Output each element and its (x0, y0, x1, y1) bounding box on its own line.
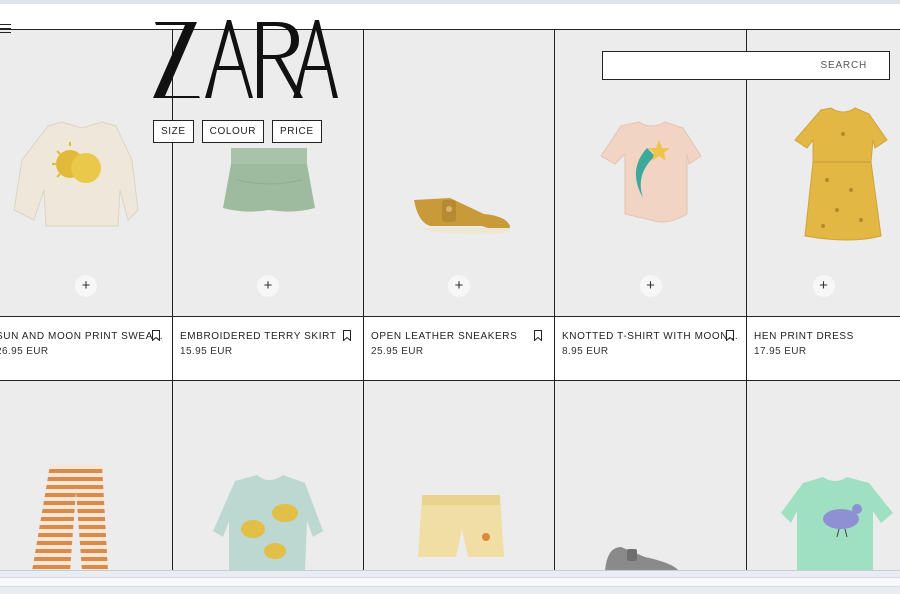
add-to-cart-button[interactable]: + (75, 275, 97, 297)
bookmark-icon[interactable] (534, 330, 542, 341)
bookmark-icon[interactable] (152, 330, 160, 341)
add-to-cart-button[interactable]: + (448, 275, 470, 297)
product-name[interactable]: EMBROIDERED TERRY SKIRT (180, 331, 336, 342)
scrollbar-track[interactable] (0, 577, 900, 587)
colour-filter-button[interactable]: COLOUR (201, 120, 265, 143)
product-card[interactable] (173, 381, 364, 571)
sweatshirt-image (13, 121, 139, 227)
product-image[interactable] (364, 381, 554, 571)
product-price: 26.95 EUR (0, 346, 49, 357)
product-card[interactable]: + HEN PRINT DRESS 17.95 EUR (747, 30, 900, 381)
product-grid: + SUN AND MOON PRINT SWEA... 26.95 EUR +… (0, 30, 900, 571)
filter-bar: SIZE COLOUR PRICE (153, 120, 322, 143)
product-card[interactable]: + SUN AND MOON PRINT SWEA... 26.95 EUR (0, 30, 173, 381)
product-name[interactable]: OPEN LEATHER SNEAKERS (371, 331, 517, 342)
product-card[interactable] (0, 381, 173, 571)
product-price: 15.95 EUR (180, 346, 233, 357)
horizontal-scrollbar[interactable] (0, 570, 900, 594)
bookmark-icon[interactable] (726, 330, 734, 341)
product-image[interactable]: + (0, 30, 172, 317)
hen-t-shirt-image (781, 477, 893, 571)
product-card[interactable]: + KNOTTED T-SHIRT WITH MOON... 8.95 EUR (555, 30, 747, 381)
zara-logo[interactable] (153, 18, 338, 100)
size-filter-button[interactable]: SIZE (153, 120, 194, 143)
header-divider (0, 29, 900, 30)
menu-icon[interactable] (0, 24, 11, 34)
product-name[interactable]: KNOTTED T-SHIRT WITH MOON... (562, 331, 738, 342)
product-price: 8.95 EUR (562, 346, 609, 357)
add-to-cart-button[interactable]: + (257, 275, 279, 297)
add-to-cart-button[interactable]: + (639, 275, 662, 297)
striped-trousers-image (32, 465, 108, 571)
product-image[interactable] (747, 381, 900, 571)
add-to-cart-button[interactable]: + (812, 275, 835, 297)
product-card[interactable] (555, 381, 747, 571)
browser-top-strip (0, 0, 900, 4)
product-card[interactable]: + OPEN LEATHER SNEAKERS 25.95 EUR (364, 30, 555, 381)
product-price: 25.95 EUR (371, 346, 424, 357)
product-image[interactable] (0, 381, 172, 571)
grey-shoes-image (605, 547, 679, 571)
shorts-image (418, 495, 504, 557)
price-filter-button[interactable]: PRICE (272, 120, 322, 143)
product-card[interactable] (747, 381, 900, 571)
search-input[interactable] (602, 51, 890, 80)
product-image[interactable] (555, 381, 746, 571)
product-image[interactable]: + (364, 30, 554, 317)
sneakers-image (414, 198, 510, 235)
bookmark-icon[interactable] (343, 330, 351, 341)
product-name[interactable]: SUN AND MOON PRINT SWEA... (0, 331, 163, 342)
printed-sweatshirt-image (213, 475, 323, 571)
product-card[interactable] (364, 381, 555, 571)
product-name[interactable]: HEN PRINT DRESS (754, 331, 854, 342)
product-price: 17.95 EUR (754, 346, 807, 357)
product-image[interactable] (173, 381, 363, 571)
